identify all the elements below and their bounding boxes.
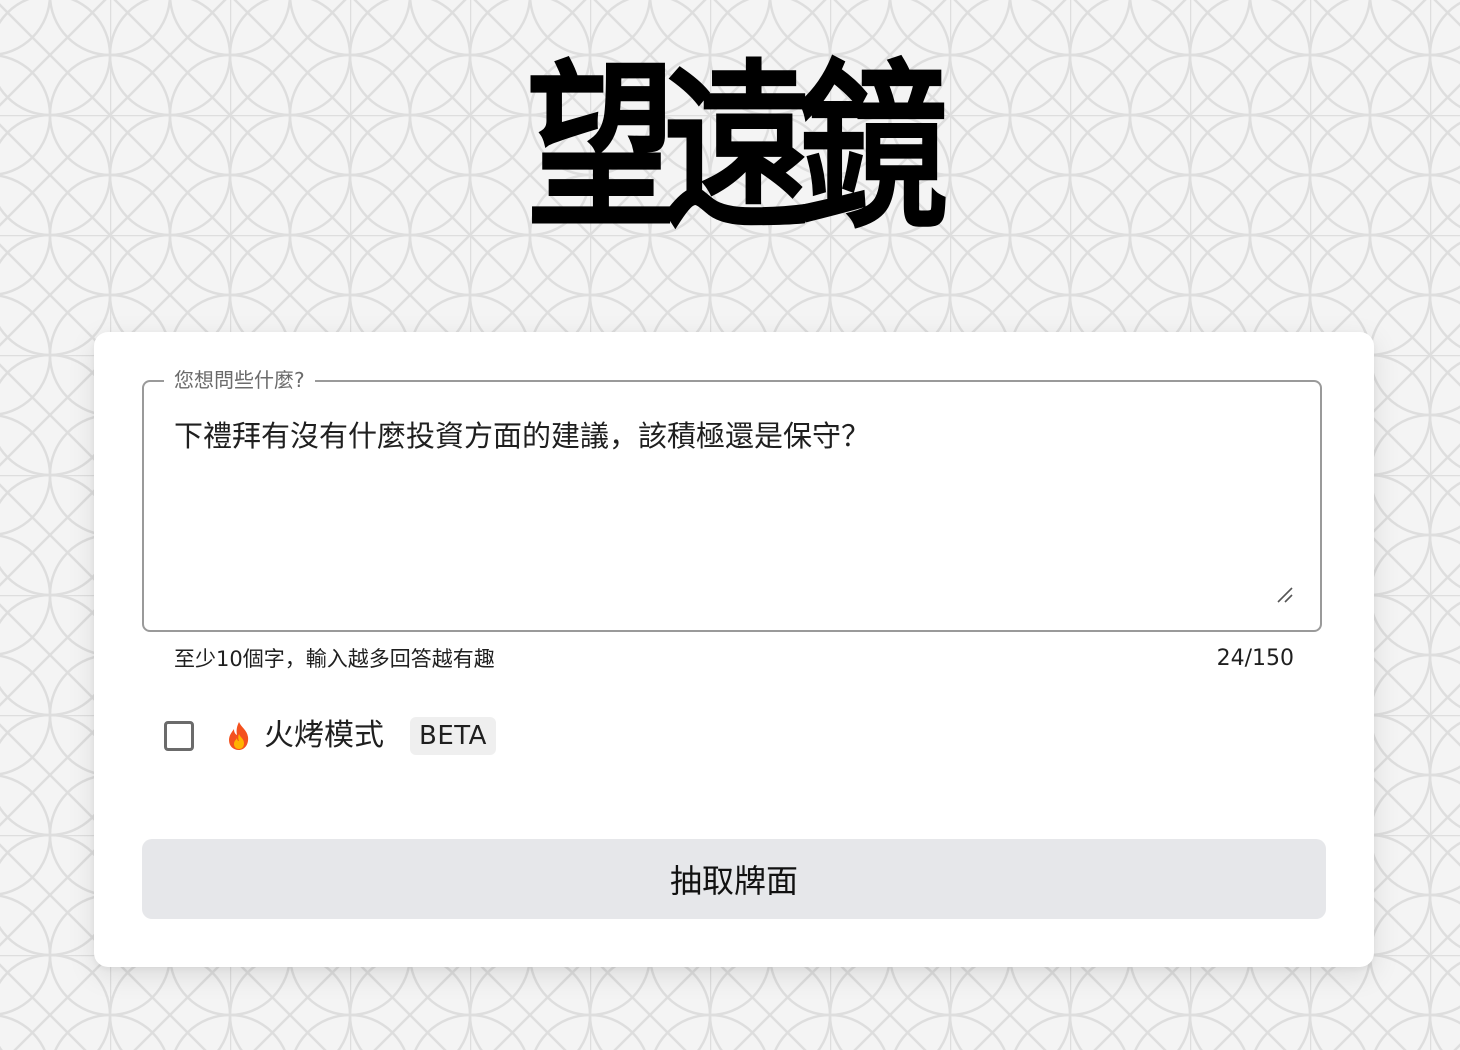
resize-handle-icon[interactable] — [1276, 586, 1294, 604]
question-helper-text: 至少10個字，輸入越多回答越有趣 — [174, 647, 495, 671]
beta-badge: BETA — [410, 717, 496, 755]
roast-mode-label: 火烤模式 — [264, 718, 384, 753]
roast-mode-option: 火烤模式 BETA — [164, 714, 496, 758]
fire-icon — [229, 722, 249, 750]
question-input[interactable]: 下禮拜有沒有什麼投資方面的建議，該積極還是保守？ — [174, 416, 1290, 456]
logo-title: 望遠鏡 — [525, 41, 948, 254]
question-field[interactable]: 您想問些什麼? 下禮拜有沒有什麼投資方面的建議，該積極還是保守？ — [142, 367, 1322, 632]
question-card: 您想問些什麼? 下禮拜有沒有什麼投資方面的建議，該積極還是保守？ 至少10個字，… — [94, 332, 1374, 967]
roast-mode-checkbox[interactable] — [164, 721, 194, 751]
character-count: 24/150 — [1216, 646, 1294, 671]
app-logo: 望遠鏡 — [480, 40, 980, 255]
draw-cards-button[interactable]: 抽取牌面 — [142, 839, 1326, 919]
question-label: 您想問些什麼? — [164, 367, 315, 393]
